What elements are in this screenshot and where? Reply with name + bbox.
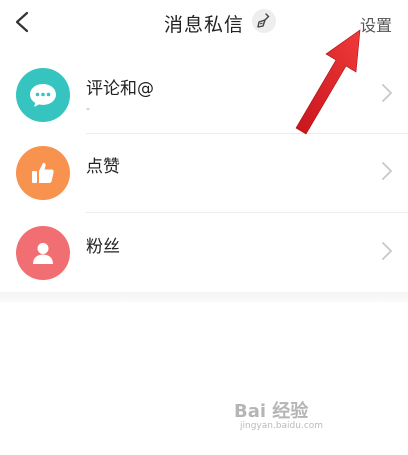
likes-avatar (16, 146, 70, 200)
list-item-likes[interactable]: 点赞 (0, 128, 408, 212)
broom-icon (257, 13, 270, 28)
chevron-right-icon (382, 84, 392, 102)
comment-avatar (16, 68, 70, 122)
thumbs-up-icon (32, 162, 54, 183)
item-subtitle: - (86, 102, 90, 115)
chevron-right-icon (382, 162, 392, 180)
chat-bubble-icon (30, 84, 56, 107)
watermark: Bai 经验 jingyan.baidu.com (234, 397, 384, 437)
section-divider (0, 292, 408, 302)
list-item-fans[interactable]: 粉丝 (0, 208, 408, 292)
list-item-comments[interactable]: 评论和@ - (0, 50, 408, 134)
person-icon (33, 243, 53, 264)
settings-button[interactable]: 设置 (360, 12, 392, 36)
watermark-logo: Bai 经验 (234, 401, 309, 422)
watermark-url: jingyan.baidu.com (240, 421, 324, 431)
top-bar: 消息私信 设置 (0, 0, 408, 46)
item-label: 评论和@ (86, 79, 154, 99)
fans-avatar (16, 226, 70, 280)
item-label: 点赞 (86, 157, 120, 177)
item-label: 粉丝 (86, 237, 120, 257)
page-title: 消息私信 (163, 14, 244, 36)
clear-unread-button[interactable] (252, 9, 276, 33)
chevron-right-icon (382, 242, 392, 260)
